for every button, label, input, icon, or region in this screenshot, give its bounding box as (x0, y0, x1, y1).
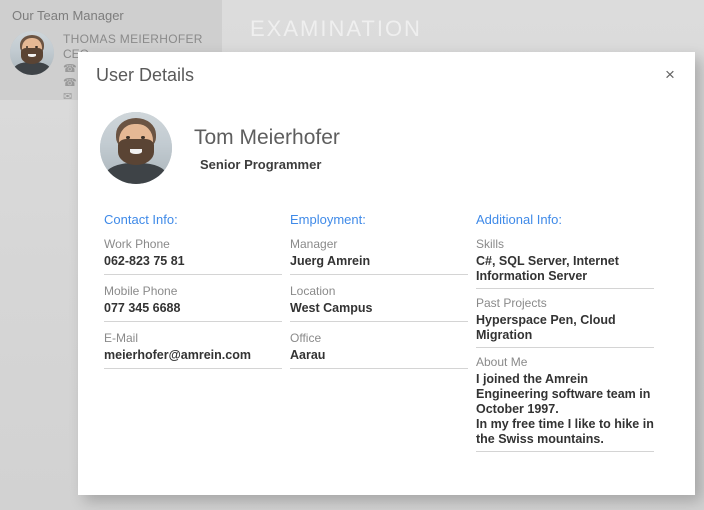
dialog-title: User Details (96, 65, 194, 86)
field-past-projects: Past Projects Hyperspace Pen, Cloud Migr… (476, 296, 654, 348)
detail-columns: Contact Info: Work Phone 062-823 75 81 M… (104, 184, 695, 459)
field-value: C#, SQL Server, Internet Information Ser… (476, 254, 654, 284)
user-details-dialog: User Details × Tom Meierhofer Senior Pro (78, 52, 695, 495)
field-about-me: About Me I joined the Amrein Engineering… (476, 355, 654, 452)
profile-text: Tom Meierhofer Senior Programmer (194, 125, 340, 172)
field-value: I joined the Amrein Engineering software… (476, 372, 654, 447)
field-label: Office (290, 331, 468, 346)
profile-name: Tom Meierhofer (194, 125, 340, 151)
field-manager: Manager Juerg Amrein (290, 237, 468, 275)
field-value: Juerg Amrein (290, 254, 468, 269)
field-value: 062-823 75 81 (104, 254, 282, 269)
field-work-phone: Work Phone 062-823 75 81 (104, 237, 282, 275)
column-heading: Additional Info: (476, 212, 654, 227)
profile-role: Senior Programmer (200, 157, 340, 172)
dialog-header: User Details × (78, 52, 695, 104)
column-employment: Employment: Manager Juerg Amrein Locatio… (290, 212, 468, 459)
field-label: About Me (476, 355, 654, 370)
field-location: Location West Campus (290, 284, 468, 322)
field-mobile-phone: Mobile Phone 077 345 6688 (104, 284, 282, 322)
column-additional-info: Additional Info: Skills C#, SQL Server, … (476, 212, 654, 459)
field-label: Work Phone (104, 237, 282, 252)
field-label: Location (290, 284, 468, 299)
modal-overlay: User Details × Tom Meierhofer Senior Pro (0, 0, 704, 510)
column-contact-info: Contact Info: Work Phone 062-823 75 81 M… (104, 212, 282, 459)
field-email: E-Mail meierhofer@amrein.com (104, 331, 282, 369)
avatar-portrait-icon (100, 112, 172, 184)
field-value: Aarau (290, 348, 468, 363)
column-heading: Employment: (290, 212, 468, 227)
field-label: Mobile Phone (104, 284, 282, 299)
field-label: E-Mail (104, 331, 282, 346)
field-label: Manager (290, 237, 468, 252)
field-value: West Campus (290, 301, 468, 316)
field-label: Past Projects (476, 296, 654, 311)
field-value: Hyperspace Pen, Cloud Migration (476, 313, 654, 343)
field-label: Skills (476, 237, 654, 252)
field-value: meierhofer@amrein.com (104, 348, 282, 363)
close-icon[interactable]: × (657, 62, 683, 88)
field-skills: Skills C#, SQL Server, Internet Informat… (476, 237, 654, 289)
avatar (100, 112, 172, 184)
field-office: Office Aarau (290, 331, 468, 369)
column-heading: Contact Info: (104, 212, 282, 227)
profile-section: Tom Meierhofer Senior Programmer (78, 104, 695, 184)
field-value: 077 345 6688 (104, 301, 282, 316)
